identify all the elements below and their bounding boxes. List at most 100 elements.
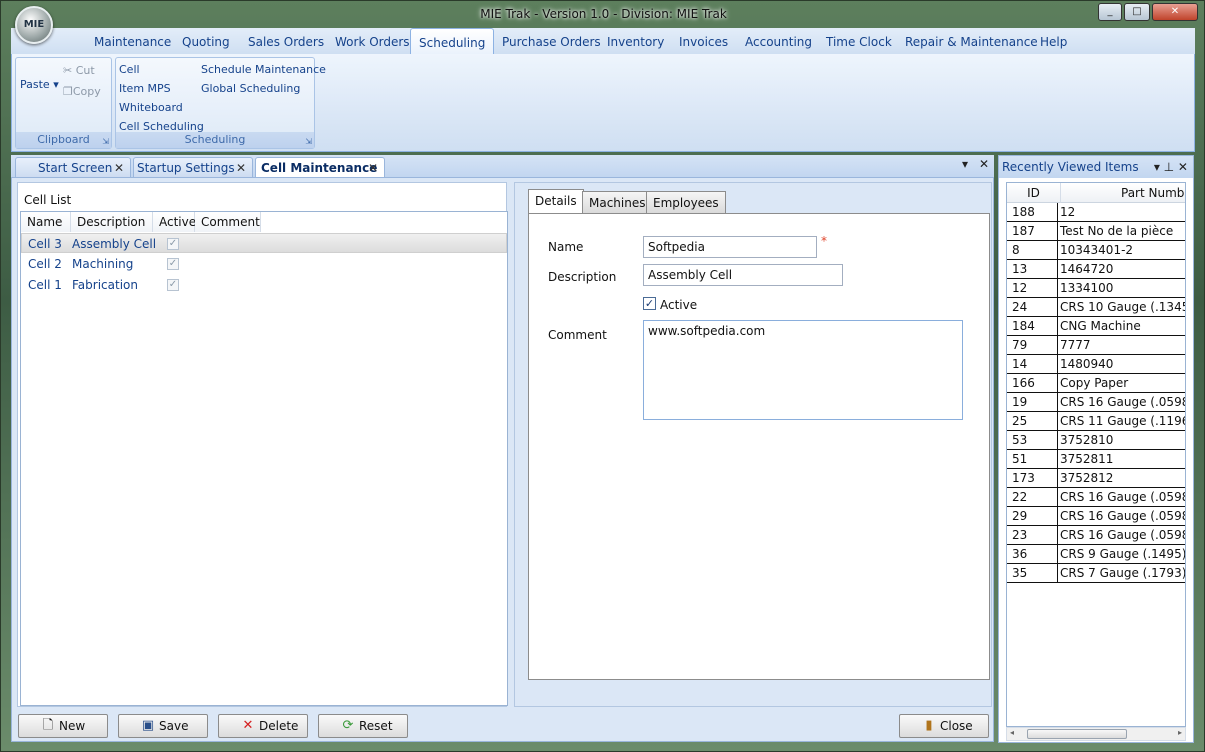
maximize-button[interactable]: □ (1124, 3, 1150, 21)
panel-pin-close-icons[interactable]: ▾ ⊥ ✕ (1154, 156, 1188, 178)
cell-list-grid[interactable]: Name Description Active Comment Cell 3 A… (20, 211, 508, 706)
copy-label: Copy (72, 85, 101, 98)
list-item[interactable]: 22CRS 16 Gauge (.0598) A1008 (1007, 488, 1185, 507)
list-item[interactable]: 184 CNG Machine (1007, 317, 1185, 336)
close-icon[interactable]: ✕ (114, 158, 124, 178)
copy-button[interactable]: ❐Copy (63, 85, 101, 98)
active-checkbox[interactable]: ✓ (643, 297, 656, 310)
item-part-number: 3752810 (1060, 433, 1114, 447)
tab-scheduling[interactable]: Scheduling (410, 28, 495, 54)
column-header-id[interactable]: ID (1007, 183, 1061, 203)
list-item[interactable]: 79 7777 (1007, 336, 1185, 355)
column-header-comment[interactable]: Comment (195, 212, 261, 232)
list-item[interactable]: 19CRS 16 Gauge (.0598) A1008 (1007, 393, 1185, 412)
tab-details[interactable]: Details (528, 189, 584, 213)
close-document-icon[interactable]: ✕ (979, 157, 989, 171)
recently-viewed-title: Recently Viewed Items (1002, 160, 1139, 174)
tab-quoting[interactable]: Quoting (174, 28, 238, 54)
tab-startup-settings[interactable]: Startup Settings ✕ (133, 157, 253, 177)
tab-work-orders[interactable]: Work Orders (327, 28, 418, 54)
window-close-button[interactable]: ✕ (1152, 3, 1198, 21)
list-item[interactable]: 12 1334100 (1007, 279, 1185, 298)
item-id: 53 (1010, 431, 1058, 450)
ribbon: Paste ▾ ✂ Cut ❐Copy Clipboard ⇲ Cell Ite… (11, 54, 1195, 152)
minimize-button[interactable]: _ (1098, 3, 1122, 21)
cell-button[interactable]: Cell (119, 63, 140, 76)
list-item[interactable]: 35CRS 7 Gauge (.1793) A1008 (1007, 564, 1185, 583)
document-tabs: Start Screen ✕ Startup Settings ✕ Cell Mai… (11, 155, 994, 177)
delete-button[interactable]: ✕ Delete (218, 714, 308, 738)
tab-time-clock[interactable]: Time Clock (818, 28, 900, 54)
scroll-left-icon[interactable]: ◂ (1010, 728, 1014, 737)
list-item[interactable]: 24CRS 10 Gauge (.1345) A1008 (1007, 298, 1185, 317)
close-icon[interactable]: ✕ (236, 158, 246, 178)
table-row[interactable]: Cell 1 Fabrication ✓ (21, 275, 507, 295)
item-id: 188 (1010, 203, 1058, 222)
list-item[interactable]: 13 1464720 (1007, 260, 1185, 279)
column-header-active[interactable]: Active (153, 212, 196, 232)
tab-employees[interactable]: Employees (646, 191, 726, 213)
tab-invoices[interactable]: Invoices (671, 28, 736, 54)
list-item[interactable]: 29CRS 16 Gauge (.0598) A1008 (1007, 507, 1185, 526)
table-row[interactable]: Cell 3 Assembly Cell ✓ (21, 233, 507, 253)
tab-cell-maintenance[interactable]: Cell Maintenance ✕ (255, 157, 385, 177)
item-mps-button[interactable]: Item MPS (119, 82, 171, 95)
item-part-number: CRS 16 Gauge (.0598) A1008 (1060, 490, 1185, 504)
list-item[interactable]: 23CRS 16 Gauge (.0598) A1008 (1007, 526, 1185, 545)
list-item[interactable]: 51 3752811 (1007, 450, 1185, 469)
list-item[interactable]: 188 12 (1007, 203, 1185, 222)
name-field[interactable]: Softpedia (643, 236, 817, 258)
global-scheduling-button[interactable]: Global Scheduling (201, 82, 300, 95)
recently-viewed-grid[interactable]: ID Part Number 18812187Test No de la piè… (1006, 182, 1186, 727)
tab-accounting[interactable]: Accounting (737, 28, 820, 54)
close-icon[interactable]: ✕ (368, 158, 378, 178)
list-item[interactable]: 8 10343401-2 (1007, 241, 1185, 260)
table-row[interactable]: Cell 2 Machining ✓ (21, 254, 507, 274)
horizontal-scrollbar[interactable]: ◂ ▸ (1006, 727, 1186, 741)
list-item[interactable]: 53 3752810 (1007, 431, 1185, 450)
menu-bar: Maintenance Quoting Sales Orders Work Or… (11, 28, 1195, 54)
description-field[interactable]: Assembly Cell (643, 264, 843, 286)
column-header-description[interactable]: Description (71, 212, 153, 232)
scissors-icon: ✂ (63, 64, 73, 77)
list-item[interactable]: 14 1480940 (1007, 355, 1185, 374)
close-button[interactable]: ▮ Close (899, 714, 989, 738)
tab-machines[interactable]: Machines (582, 191, 653, 213)
app-logo[interactable]: MIE (15, 6, 53, 44)
tab-inventory[interactable]: Inventory (599, 28, 672, 54)
column-header-name[interactable]: Name (21, 212, 71, 232)
dialog-launcher-icon[interactable]: ⇲ (305, 137, 312, 146)
new-button[interactable]: 🗋 New (18, 714, 108, 738)
floppy-disk-icon: ▣ (141, 718, 155, 733)
tab-repair-maintenance[interactable]: Repair & Maintenance (897, 28, 1046, 54)
tab-sales-orders[interactable]: Sales Orders (240, 28, 332, 54)
list-item[interactable]: 166 Copy Paper (1007, 374, 1185, 393)
tab-maintenance[interactable]: Maintenance (86, 28, 179, 54)
comment-field[interactable]: www.softpedia.com (643, 320, 963, 420)
column-header-part-number[interactable]: Part Number (1061, 183, 1185, 203)
tab-help[interactable]: Help (1032, 28, 1075, 54)
reset-button[interactable]: ⟳ Reset (318, 714, 408, 738)
reset-label: Reset (359, 719, 393, 733)
whiteboard-button[interactable]: Whiteboard (119, 101, 183, 114)
new-document-icon: 🗋 (42, 718, 54, 733)
cut-button[interactable]: ✂ Cut (63, 64, 95, 77)
scheduling-group: Cell Item MPS Whiteboard Cell Scheduling… (115, 57, 326, 149)
list-item[interactable]: 173 3752812 (1007, 469, 1185, 488)
paste-button[interactable]: Paste ▾ (20, 78, 59, 91)
paste-label: Paste (20, 78, 50, 91)
scrollbar-thumb[interactable] (1027, 729, 1127, 739)
save-button[interactable]: ▣ Save (118, 714, 208, 738)
item-id: 12 (1010, 279, 1058, 298)
list-item[interactable]: 187 Test No de la pièce (1007, 222, 1185, 241)
tab-purchase-orders[interactable]: Purchase Orders (494, 28, 609, 54)
tab-start-screen[interactable]: Start Screen ✕ (15, 157, 131, 177)
cell-name: Cell 1 (28, 278, 62, 292)
dialog-launcher-icon[interactable]: ⇲ (102, 137, 109, 146)
scroll-right-icon[interactable]: ▸ (1178, 728, 1182, 737)
list-item[interactable]: 36CRS 9 Gauge (.1495) A1008 (1007, 545, 1185, 564)
save-label: Save (159, 719, 189, 733)
list-item[interactable]: 25CRS 11 Gauge (.1196) A1008 (1007, 412, 1185, 431)
tab-list-dropdown-icon[interactable]: ▾ (962, 157, 968, 171)
schedule-maintenance-button[interactable]: Schedule Maintenance (201, 63, 326, 76)
